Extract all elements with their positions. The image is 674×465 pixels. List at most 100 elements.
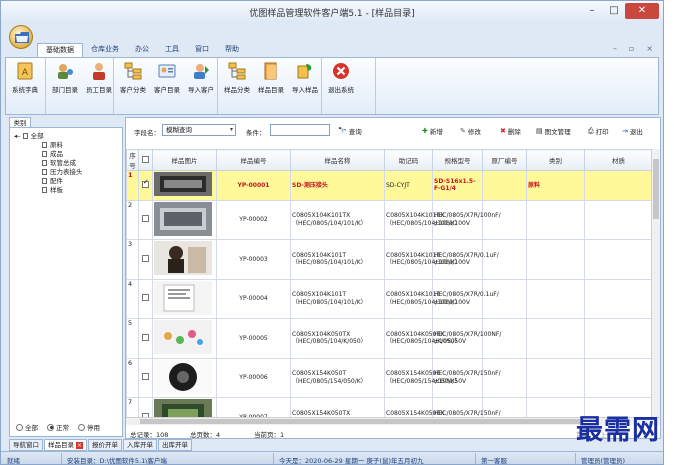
document-tab[interactable]: 样品目录 × bbox=[44, 439, 87, 451]
vertical-scroll-thumb[interactable] bbox=[653, 159, 659, 219]
field-select[interactable]: 模糊查询 ▾ bbox=[162, 124, 236, 136]
table-row[interactable]: 7YP-00007C0805X154K050TX（HEC/0805/154/05… bbox=[126, 397, 652, 417]
ribbon-button-exit[interactable]: 退出系统 bbox=[324, 60, 358, 100]
sample-image-cell[interactable] bbox=[152, 239, 217, 280]
menu-tab[interactable]: 基础数据 bbox=[37, 43, 83, 57]
select-all-checkbox[interactable] bbox=[142, 155, 149, 163]
row-select-cell[interactable] bbox=[138, 318, 153, 359]
menu-tab[interactable]: 帮助 bbox=[217, 43, 247, 57]
maximize-button[interactable]: □ bbox=[603, 3, 625, 19]
radio-circle[interactable] bbox=[16, 423, 23, 431]
table-row[interactable]: 5 YP-00005 C0805X104K050TX（HEC/0805/104/K/… bbox=[126, 318, 652, 359]
sample-material bbox=[584, 199, 652, 240]
tree-node-all[interactable]: ◂– 全部 bbox=[14, 132, 83, 141]
sample-factory-code bbox=[482, 357, 527, 398]
mdi-close-icon[interactable]: × bbox=[646, 44, 653, 53]
total-records: 总记录：108 bbox=[130, 431, 169, 439]
table-row[interactable]: 1 YP-00001SD-测压接头SD-CYJTSD-S16x1.5-F-G1/4… bbox=[126, 170, 652, 201]
ribbon-button-customer-category[interactable]: 客户分类 bbox=[116, 60, 150, 100]
sample-thumbnail[interactable] bbox=[154, 201, 212, 236]
sample-thumbnail[interactable] bbox=[154, 399, 212, 417]
ribbon-button-dictionary[interactable]: A 系统字典 bbox=[8, 60, 42, 100]
sample-thumbnail[interactable] bbox=[154, 241, 212, 275]
table-row[interactable]: 3 YP-00003 C0805X104K101T（HEC/0805/104/101… bbox=[126, 239, 652, 280]
minimize-button[interactable]: – bbox=[581, 3, 603, 19]
ribbon-button-label: 员工目录 bbox=[86, 86, 112, 94]
vertical-scrollbar[interactable] bbox=[651, 149, 660, 417]
radio-circle[interactable] bbox=[47, 423, 54, 431]
tree-node[interactable]: 软管总成 bbox=[14, 159, 83, 168]
menu-tab[interactable]: 工具 bbox=[157, 43, 187, 57]
mdi-minimize-icon[interactable]: – bbox=[613, 44, 617, 53]
search-button[interactable]: 🔭 查询 bbox=[338, 126, 362, 136]
tree-node[interactable]: 压力表接头 bbox=[14, 168, 83, 177]
sample-thumbnail[interactable] bbox=[154, 280, 212, 315]
sample-thumbnail[interactable] bbox=[154, 359, 212, 394]
delete-button[interactable]: ✖ 删除 bbox=[500, 126, 521, 136]
row-checkbox[interactable] bbox=[142, 294, 149, 301]
row-select-cell[interactable] bbox=[138, 397, 153, 417]
sample-thumbnail[interactable] bbox=[154, 172, 212, 196]
ribbon-button-sample-category[interactable]: 样品分类 bbox=[220, 60, 254, 100]
app-menu-button[interactable] bbox=[9, 25, 33, 49]
sample-image-cell[interactable] bbox=[152, 278, 217, 319]
status-radio[interactable]: 正常 bbox=[47, 422, 69, 432]
ribbon-button-department[interactable]: 部门目录 bbox=[48, 60, 82, 100]
row-checkbox[interactable] bbox=[142, 333, 149, 341]
row-checkbox[interactable] bbox=[142, 254, 149, 262]
select-all-header[interactable] bbox=[138, 149, 153, 171]
row-select-cell[interactable] bbox=[138, 239, 153, 280]
tree-node[interactable]: 成品 bbox=[14, 150, 83, 159]
edit-button[interactable]: ✎ 修改 bbox=[460, 126, 481, 136]
sample-mnemonic: C0805X104K050TX（HEC/0805/104/K/050） bbox=[384, 318, 461, 359]
horizontal-scroll-thumb[interactable] bbox=[140, 419, 580, 424]
close-button[interactable]: ✕ bbox=[625, 3, 659, 19]
document-tab[interactable]: 出库开单 bbox=[158, 439, 192, 451]
tab-close-icon[interactable]: × bbox=[76, 441, 83, 449]
document-tab[interactable]: 入库开单 bbox=[123, 439, 157, 451]
menu-tab[interactable]: 办公 bbox=[127, 43, 157, 57]
document-tab[interactable]: 导航窗口 bbox=[9, 439, 43, 451]
ribbon-button-import-sample[interactable]: 导入样品 bbox=[288, 60, 322, 100]
status-radio[interactable]: 停用 bbox=[78, 422, 100, 432]
ribbon-button-employee[interactable]: 员工目录 bbox=[82, 60, 116, 100]
sample-thumbnail[interactable] bbox=[154, 320, 212, 354]
menu-tab[interactable]: 仓库业务 bbox=[83, 43, 127, 57]
ribbon-button-customer-list[interactable]: 客户目录 bbox=[150, 60, 184, 100]
menu-tab[interactable]: 窗口 bbox=[187, 43, 217, 57]
status-divider bbox=[273, 453, 274, 464]
mdi-restore-icon[interactable]: ▫ bbox=[629, 44, 634, 53]
table-row[interactable]: 6 YP-00006 C0805X154K050T（HEC/0805/154/050… bbox=[126, 357, 652, 398]
sample-image-cell[interactable] bbox=[152, 199, 217, 240]
ribbon-button-import-customer[interactable]: 导入客户 bbox=[184, 60, 218, 100]
image-manage-button[interactable]: ▤ 图文管理 bbox=[536, 126, 571, 136]
column-header: 助记码 bbox=[384, 149, 433, 171]
radio-circle[interactable] bbox=[78, 423, 85, 431]
row-checkbox[interactable] bbox=[142, 373, 149, 380]
ribbon-button-sample-list[interactable]: 样品目录 bbox=[254, 60, 288, 100]
table-row[interactable]: 4 YP-00004 C0805X104K101T（HEC/0805/104/101… bbox=[126, 278, 652, 319]
print-button[interactable]: ⎙ 打印 bbox=[588, 126, 609, 137]
row-select-cell[interactable] bbox=[138, 170, 153, 201]
status-radio[interactable]: 全部 bbox=[16, 422, 38, 432]
row-select-cell[interactable] bbox=[138, 278, 153, 319]
document-tab-label: 出库开单 bbox=[162, 440, 188, 449]
row-select-cell[interactable] bbox=[138, 357, 153, 398]
row-checkbox[interactable] bbox=[142, 179, 149, 188]
sample-image-cell[interactable] bbox=[152, 397, 217, 417]
sample-image-cell[interactable] bbox=[152, 357, 217, 398]
sample-material bbox=[584, 239, 652, 280]
row-select-cell[interactable] bbox=[138, 199, 153, 240]
add-button[interactable]: ✚ 新增 bbox=[422, 126, 443, 136]
tree-node[interactable]: 样板 bbox=[14, 186, 83, 195]
sample-image-cell[interactable] bbox=[152, 170, 217, 201]
tree-expand-icon[interactable]: ◂– bbox=[14, 132, 21, 140]
row-checkbox[interactable] bbox=[142, 215, 149, 222]
tree-node[interactable]: 原料 bbox=[14, 141, 83, 150]
tree-node[interactable]: 配件 bbox=[14, 177, 83, 186]
sample-image-cell[interactable] bbox=[152, 318, 217, 359]
table-row[interactable]: 2 YP-00002 C0805X104K101TX（HEC/0805/104/10… bbox=[126, 199, 652, 240]
document-tab[interactable]: 报价开单 bbox=[88, 439, 122, 451]
condition-input[interactable] bbox=[270, 124, 330, 136]
exit-button[interactable]: ⇥ 退出 bbox=[622, 126, 643, 136]
